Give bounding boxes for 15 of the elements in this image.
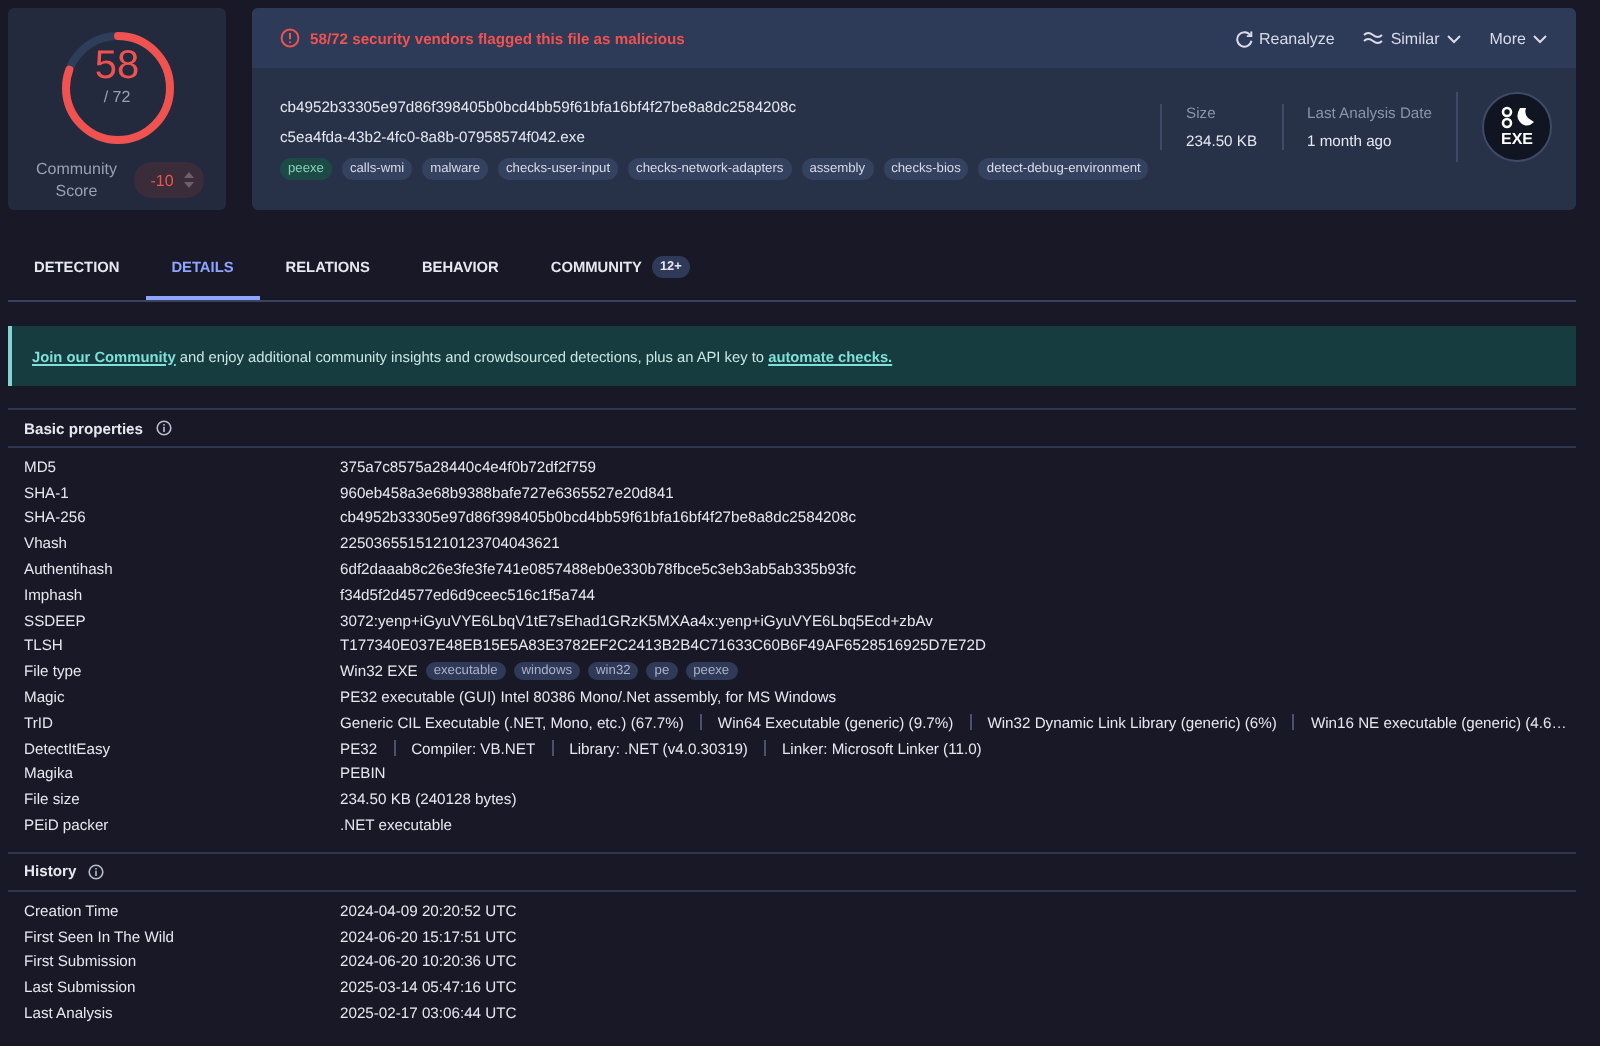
caret-icon: [1445, 33, 1462, 43]
community-score-label: Community Score: [33, 158, 119, 202]
info-icon[interactable]: [88, 863, 105, 880]
wave-icon: [1362, 30, 1385, 46]
vendor-total: / 72: [103, 88, 131, 106]
info-icon[interactable]: [155, 420, 172, 436]
reanalyze-button[interactable]: Reanalyze: [1235, 29, 1335, 47]
more-button[interactable]: More: [1489, 29, 1548, 47]
community-score[interactable]: -10: [134, 162, 204, 198]
similar-button[interactable]: Similar: [1362, 29, 1462, 47]
file-type-badge: EXE: [1482, 92, 1552, 162]
detection-count: 58: [94, 44, 140, 88]
alert-icon: [280, 28, 300, 48]
caret-icon: [1532, 33, 1548, 43]
refresh-icon: [1235, 29, 1253, 47]
